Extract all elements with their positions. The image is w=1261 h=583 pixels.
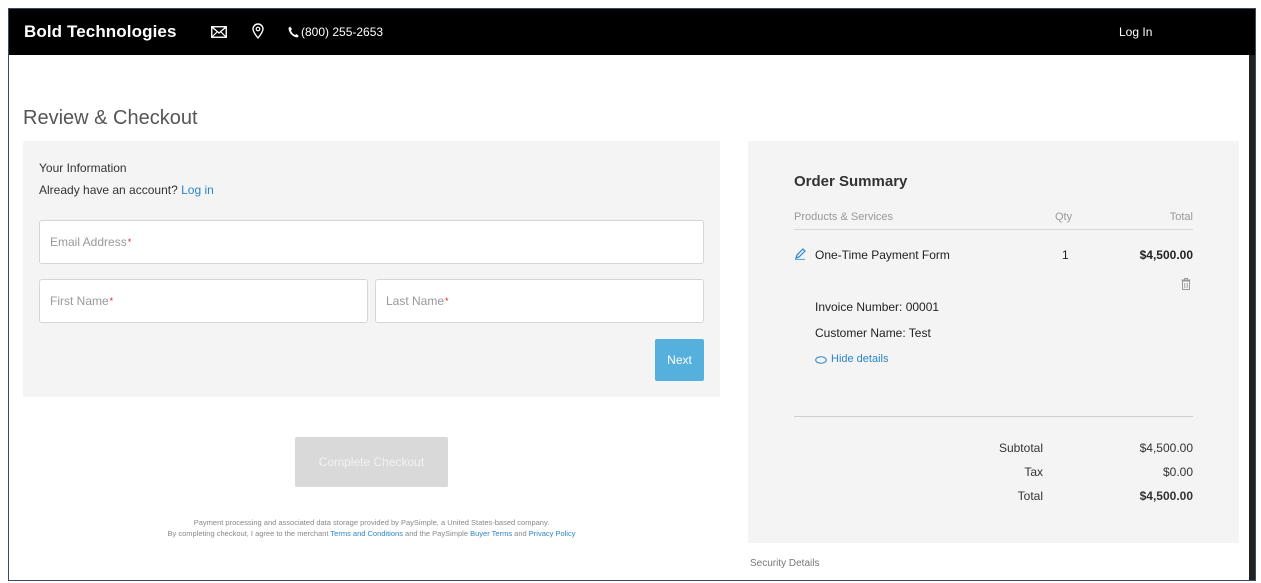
divider [794, 416, 1193, 417]
first-name-placeholder: First Name [50, 294, 109, 308]
column-header-products: Products & Services [794, 211, 894, 223]
phone-number[interactable]: (800) 255-2653 [301, 25, 383, 39]
tax-value: $0.00 [1162, 465, 1193, 479]
order-summary-panel: Order Summary Products & Services Qty To… [748, 141, 1239, 543]
trash-icon[interactable] [1181, 277, 1191, 290]
line-item-total: $4,500.00 [1139, 248, 1193, 262]
edit-pencil-icon[interactable] [794, 247, 806, 260]
account-prompt-text: Already have an account? [39, 183, 178, 197]
last-name-field[interactable]: Last Name * [375, 279, 704, 323]
last-name-placeholder: Last Name [386, 294, 445, 308]
tax-label: Tax [1024, 465, 1043, 479]
mail-icon[interactable] [211, 25, 227, 38]
location-pin-icon[interactable] [252, 23, 264, 40]
browser-frame: Bold Technologies (800) 255-2653 Log In … [8, 8, 1256, 581]
required-marker: * [127, 237, 132, 247]
buyer-terms-link[interactable]: Buyer Terms [470, 529, 512, 538]
top-bar: Bold Technologies (800) 255-2653 Log In [9, 9, 1255, 55]
security-details-link[interactable]: Security Details [750, 558, 819, 569]
customer-name: Customer Name: Test [815, 326, 931, 340]
phone-icon [288, 25, 299, 38]
required-marker: * [445, 296, 449, 306]
line-item-name: One-Time Payment Form [815, 248, 950, 262]
total-label: Total [1017, 489, 1043, 503]
line-item-qty: 1 [1062, 248, 1069, 262]
window-edge [1249, 55, 1255, 580]
next-button[interactable]: Next [655, 339, 704, 381]
required-marker: * [109, 296, 114, 306]
legal-line-1: Payment processing and associated data s… [193, 518, 550, 527]
email-placeholder: Email Address [50, 235, 127, 249]
page-title: Review & Checkout [23, 107, 198, 129]
column-header-total: Total [1169, 211, 1193, 223]
subtotal-value: $4,500.00 [1139, 441, 1193, 455]
legal-text: and [514, 529, 527, 538]
invoice-number: Invoice Number: 00001 [815, 300, 940, 314]
privacy-policy-link[interactable]: Privacy Policy [529, 529, 576, 538]
legal-notice: Payment processing and associated data s… [23, 517, 720, 539]
account-prompt: Already have an account? Log in [39, 183, 214, 197]
your-information-panel: Your Information Already have an account… [23, 141, 720, 397]
brand-name: Bold Technologies [24, 22, 177, 41]
subtotal-label: Subtotal [998, 441, 1043, 455]
legal-text: By completing checkout, I agree to the m… [167, 529, 329, 538]
divider [794, 229, 1193, 230]
legal-text: and the PaySimple [405, 529, 469, 538]
total-value: $4,500.00 [1139, 489, 1193, 503]
email-field[interactable]: Email Address * [39, 220, 704, 264]
info-heading: Your Information [39, 161, 127, 175]
order-summary-title: Order Summary [794, 173, 908, 190]
terms-link[interactable]: Terms and Conditions [330, 529, 403, 538]
column-header-qty: Qty [1055, 211, 1073, 223]
login-link[interactable]: Log in [181, 183, 214, 197]
hide-details-label: Hide details [831, 353, 889, 365]
header-login-link[interactable]: Log In [1119, 25, 1152, 39]
legal-line-2: By completing checkout, I agree to the m… [23, 528, 720, 539]
hide-details-link[interactable]: Hide details [815, 353, 888, 365]
eye-icon [815, 355, 827, 364]
complete-checkout-button[interactable]: Complete Checkout [295, 437, 448, 487]
first-name-field[interactable]: First Name * [39, 279, 368, 323]
